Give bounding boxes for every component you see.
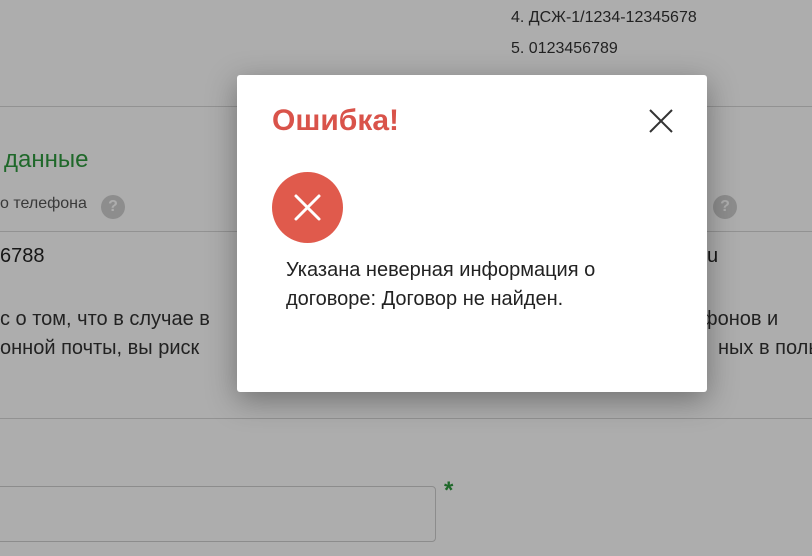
close-icon[interactable] bbox=[647, 107, 675, 135]
error-x-icon bbox=[272, 172, 343, 243]
error-dialog: Ошибка! Указана неверная информация о до… bbox=[237, 75, 707, 392]
error-message: Указана неверная информация о договоре: … bbox=[286, 259, 596, 310]
dialog-title: Ошибка! bbox=[272, 104, 400, 137]
